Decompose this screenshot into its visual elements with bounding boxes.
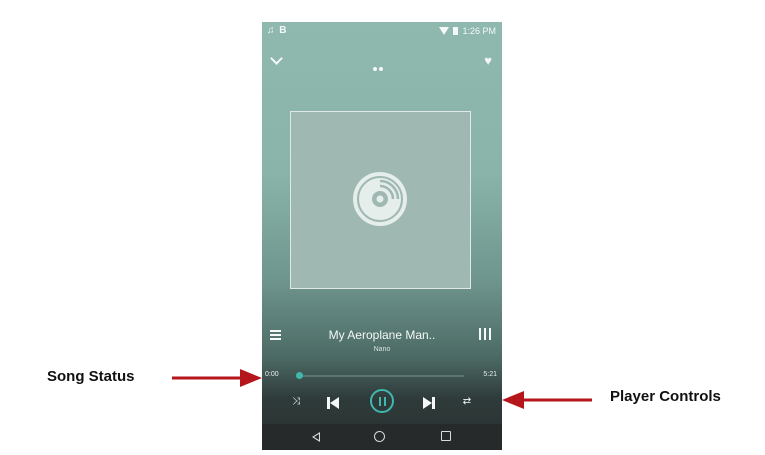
clock: 1:26 PM [462, 26, 496, 36]
song-title: My Aeroplane Man.. [328, 328, 436, 342]
pause-button[interactable] [370, 389, 394, 413]
chevron-down-icon[interactable] [270, 52, 283, 65]
status-right: 1:26 PM [439, 26, 496, 36]
menu-icon[interactable] [270, 330, 281, 342]
player-controls-label: Player Controls [610, 388, 721, 405]
shuffle-icon[interactable]: ⤨ [286, 392, 306, 412]
next-icon[interactable] [422, 396, 436, 410]
seek-bar[interactable] [296, 375, 464, 377]
status-bar: ♫ B 1:26 PM [262, 22, 502, 40]
android-nav-bar [262, 424, 502, 450]
song-progress: 0:00 5:21 [262, 370, 502, 384]
current-time: 0:00 [265, 371, 279, 378]
player-controls: ⤨ ⇄ [262, 388, 502, 418]
equalizer-icon[interactable] [478, 328, 492, 340]
total-time: 5:21 [483, 371, 497, 378]
album-art [290, 111, 471, 289]
seek-thumb[interactable] [296, 372, 303, 379]
phone-screen: ♫ B 1:26 PM ♥ My Aeroplane Man.. Nano 0:… [262, 22, 502, 450]
pause-icon [379, 397, 381, 406]
home-icon[interactable] [374, 431, 385, 442]
battery-icon [453, 27, 459, 35]
vinyl-icon [353, 172, 407, 226]
song-status-label: Song Status [47, 368, 135, 385]
player-controls-arrow [502, 391, 592, 409]
recents-icon[interactable] [441, 431, 451, 441]
player-top-bar: ♥ [262, 52, 502, 72]
song-artist: Nano [373, 346, 391, 353]
back-icon[interactable] [312, 432, 320, 442]
notification-icons: ♫ B [267, 25, 288, 36]
previous-icon[interactable] [326, 396, 340, 410]
heart-icon[interactable]: ♥ [484, 54, 492, 67]
song-status-arrow [172, 369, 262, 387]
wifi-icon [439, 27, 450, 35]
repeat-icon[interactable]: ⇄ [457, 392, 477, 412]
page-dots-icon [372, 58, 388, 71]
song-info: My Aeroplane Man.. Nano [262, 322, 502, 362]
